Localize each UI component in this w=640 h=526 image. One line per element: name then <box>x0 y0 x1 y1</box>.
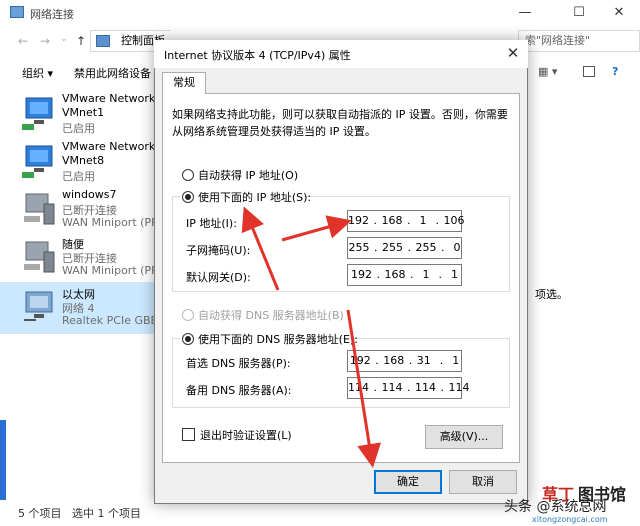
annotation-arrows <box>241 206 382 468</box>
watermark-url: xitongzongcai.com <box>532 515 608 524</box>
arrow-to-use-ip <box>241 206 280 291</box>
arrow-to-ok <box>346 309 382 468</box>
watermark-author: 头条 @系统总网 <box>504 499 607 515</box>
tab-general[interactable]: 常规 <box>162 72 206 94</box>
arrow-to-ip-field <box>281 215 352 242</box>
